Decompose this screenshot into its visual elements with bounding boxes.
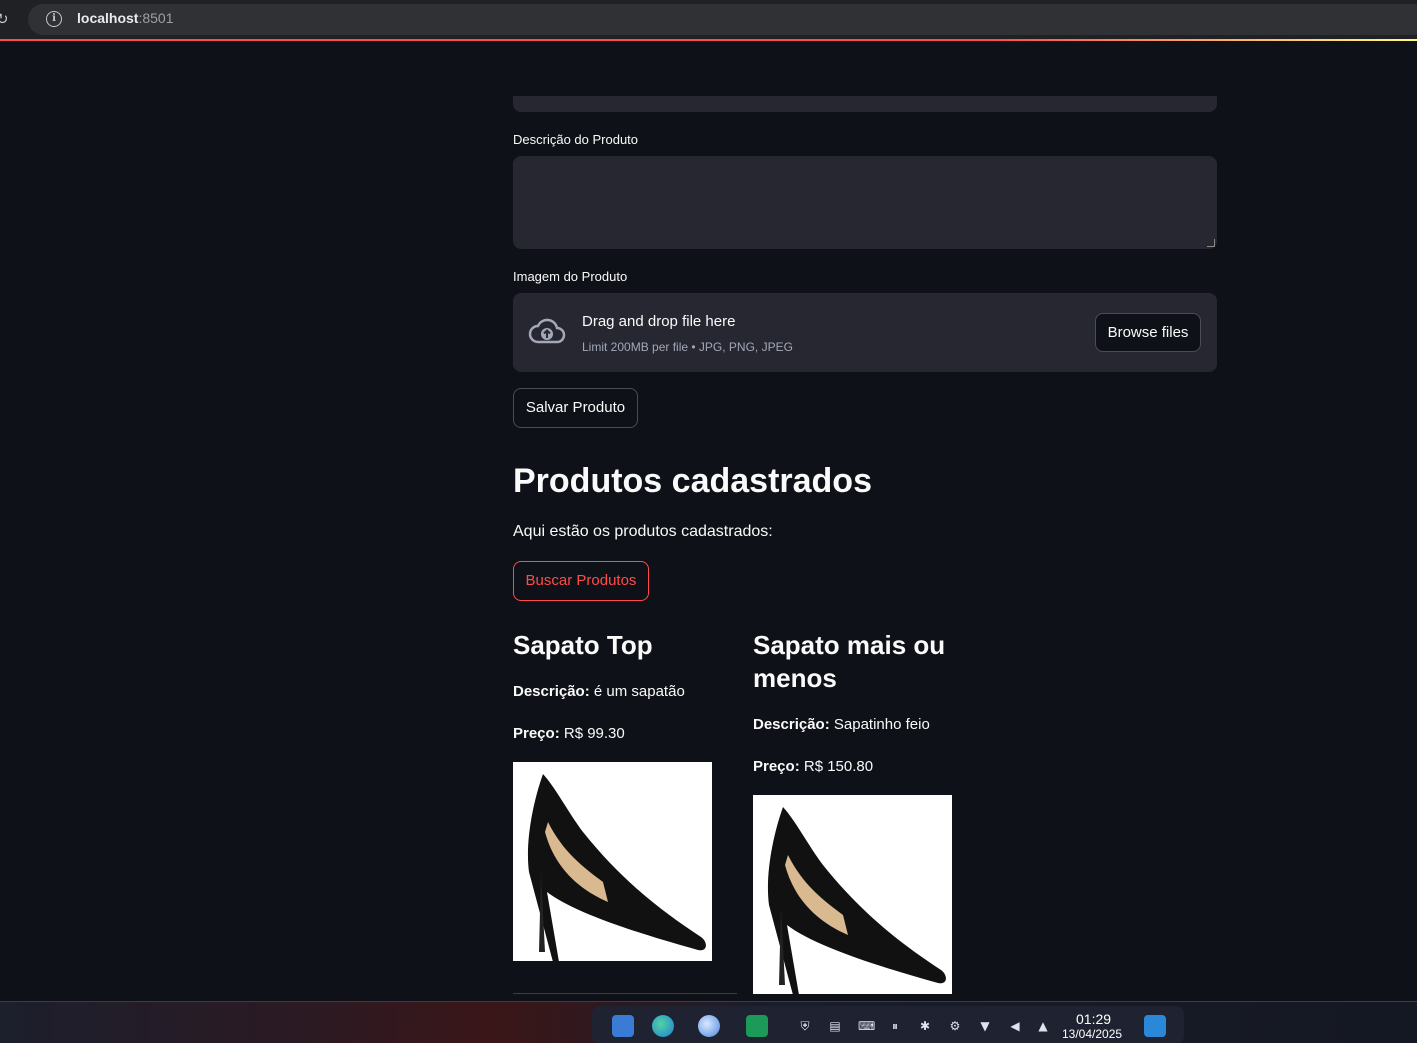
file-dropzone[interactable]: Drag and drop file here Limit 200MB per … — [513, 293, 1217, 372]
dropzone-limit: Limit 200MB per file • JPG, PNG, JPEG — [582, 340, 793, 354]
cloud-upload-icon — [528, 318, 566, 344]
edge-browser-icon[interactable] — [652, 1015, 674, 1037]
notifications-icon[interactable] — [1144, 1015, 1166, 1037]
search-products-button[interactable]: Buscar Produtos — [513, 561, 649, 601]
product-price: Preço: R$ 99.30 — [513, 725, 625, 742]
product-description: Descrição: é um sapatão — [513, 683, 685, 700]
volume-icon[interactable]: ◀ — [1008, 1019, 1022, 1033]
camera-app-icon[interactable] — [746, 1015, 768, 1037]
price-input-partial[interactable] — [513, 96, 1217, 112]
clock-date[interactable]: 13/04/2025 — [1062, 1027, 1122, 1041]
site-info-icon[interactable]: i — [46, 11, 62, 27]
resize-handle-icon[interactable] — [1207, 239, 1215, 247]
chevron-up-icon[interactable]: ▲ — [1036, 1019, 1050, 1033]
product-description: Descrição: Sapatinho feio — [753, 716, 930, 733]
browse-files-button[interactable]: Browse files — [1095, 313, 1201, 352]
save-product-button[interactable]: Salvar Produto — [513, 388, 638, 428]
keyboard-icon[interactable]: ⌨ — [858, 1019, 875, 1033]
bluetooth-icon[interactable]: ✱ — [918, 1019, 932, 1033]
product-price: Preço: R$ 150.80 — [753, 758, 874, 775]
divider — [513, 993, 737, 994]
browser-toolbar: ↻ i localhost:8501 — [0, 0, 1417, 40]
finder-icon[interactable] — [612, 1015, 634, 1037]
app-icon[interactable] — [698, 1015, 720, 1037]
products-subtitle: Aqui estão os produtos cadastrados: — [513, 523, 773, 540]
image-label: Imagem do Produto — [513, 269, 628, 284]
product-card: Sapato mais ou menos Descrição: Sapatinh… — [753, 629, 963, 994]
reload-icon[interactable]: ↻ — [0, 10, 9, 28]
clock-time[interactable]: 01:29 — [1076, 1011, 1111, 1027]
description-textarea[interactable] — [513, 156, 1217, 249]
settings-icon[interactable]: ⚙ — [948, 1019, 962, 1033]
app-main: Descrição do Produto Imagem do Produto D… — [513, 41, 1217, 1001]
product-name: Sapato mais ou menos — [753, 630, 946, 693]
dropzone-instructions: Drag and drop file here — [582, 313, 736, 330]
product-name: Sapato Top — [513, 630, 653, 660]
product-image — [753, 795, 952, 994]
security-icon[interactable]: ⛨ — [798, 1019, 812, 1033]
taskbar: ⛨ ▤ ⌨ ⏸ ✱ ⚙ ▼ ◀ ▲ 01:29 13/04/2025 — [0, 1001, 1417, 1043]
url-text: localhost:8501 — [77, 10, 174, 26]
products-heading: Produtos cadastrados — [513, 462, 872, 500]
pause-icon[interactable]: ⏸ — [888, 1019, 902, 1033]
clipboard-icon[interactable]: ▤ — [828, 1019, 842, 1033]
description-label: Descrição do Produto — [513, 132, 639, 147]
taskbar-tray: ⛨ ▤ ⌨ ⏸ ✱ ⚙ ▼ ◀ ▲ 01:29 13/04/2025 — [592, 1006, 1184, 1043]
wifi-icon[interactable]: ▼ — [978, 1019, 992, 1033]
product-card: Sapato Top Descrição: é um sapatão Preço… — [513, 629, 723, 961]
address-bar[interactable]: i localhost:8501 — [28, 4, 1417, 35]
product-image — [513, 762, 712, 961]
